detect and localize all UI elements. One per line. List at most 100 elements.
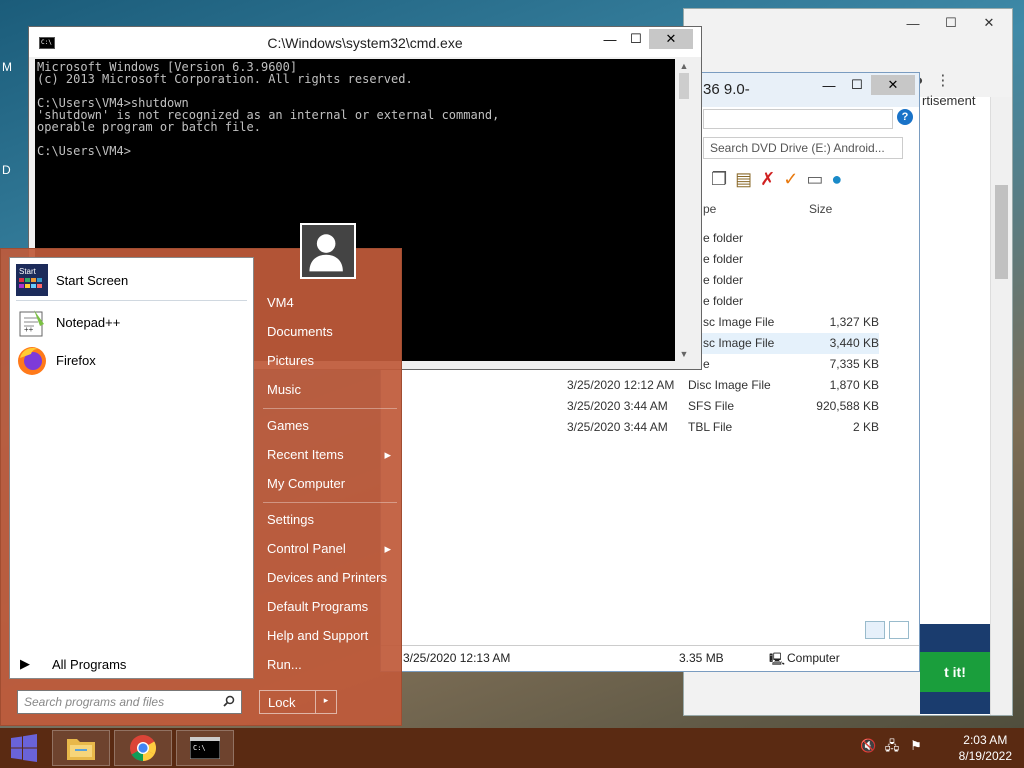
file-size: 1,327 KB bbox=[829, 315, 879, 329]
start-menu-programs-pane: Start Start Screen ++ Notepad++ Firefox … bbox=[9, 257, 254, 679]
all-programs-button[interactable]: ▶ All Programs bbox=[20, 656, 126, 672]
cmd-scrollbar[interactable]: ▲ ▼ bbox=[675, 59, 693, 361]
program-label: Start Screen bbox=[56, 272, 129, 288]
file-row[interactable]: 3/25/2020 3:44 AM TBL File 2 KB bbox=[381, 417, 879, 438]
help-icon[interactable]: ? bbox=[897, 109, 913, 125]
scroll-down-icon[interactable]: ▼ bbox=[675, 349, 693, 359]
file-date: 3/25/2020 3:44 AM bbox=[567, 399, 668, 413]
clock-date: 8/19/2022 bbox=[958, 749, 1012, 763]
program-label: Firefox bbox=[56, 352, 96, 368]
windows-logo-icon bbox=[11, 734, 37, 762]
menu-item-control-panel[interactable]: Control Panel ▸ bbox=[259, 537, 399, 561]
details-view-icon[interactable] bbox=[865, 621, 885, 639]
scrollbar-thumb[interactable] bbox=[679, 73, 689, 99]
menu-item-label: Games bbox=[267, 418, 309, 433]
minimize-button[interactable]: — bbox=[597, 29, 623, 49]
checkmark-icon[interactable]: ✓ bbox=[783, 169, 798, 190]
ad-cta-button[interactable]: t it! bbox=[920, 652, 990, 692]
maximize-button[interactable]: ☐ bbox=[623, 29, 649, 49]
action-center-icon[interactable]: ⚑ bbox=[908, 738, 924, 754]
close-button[interactable]: ✕ bbox=[649, 29, 693, 49]
menu-item-games[interactable]: Games bbox=[259, 414, 399, 438]
file-type: Disc Image File bbox=[688, 378, 771, 392]
lock-options-arrow-icon[interactable]: ▸ bbox=[316, 691, 336, 713]
view-toggle bbox=[865, 621, 909, 639]
address-bar[interactable] bbox=[703, 109, 893, 129]
menu-item-documents[interactable]: Documents bbox=[259, 320, 399, 344]
menu-item-devices-and-printers[interactable]: Devices and Printers bbox=[259, 566, 399, 590]
minimize-button[interactable]: — bbox=[896, 13, 930, 33]
menu-item-default-programs[interactable]: Default Programs bbox=[259, 595, 399, 619]
advertisement-label: rtisement bbox=[922, 93, 976, 108]
large-icons-view-icon[interactable] bbox=[889, 621, 909, 639]
program-label: Notepad++ bbox=[56, 314, 121, 330]
desktop-icon-label: D bbox=[2, 163, 11, 177]
console-line: operable program or batch file. bbox=[37, 120, 261, 134]
cmd-caption-buttons: — ☐ ✕ bbox=[597, 29, 693, 49]
start-button[interactable] bbox=[0, 728, 48, 768]
file-date: 3/25/2020 3:44 AM bbox=[567, 420, 668, 434]
file-size: 7,335 KB bbox=[829, 357, 879, 371]
explorer-title: 36 9.0- bbox=[703, 81, 750, 98]
maximize-button[interactable]: ☐ bbox=[934, 13, 968, 33]
computer-icon: 🖳 bbox=[769, 652, 786, 666]
menu-item-recent-items[interactable]: Recent Items ▸ bbox=[259, 443, 399, 467]
file-type: sc Image File bbox=[703, 315, 775, 329]
folder-icon bbox=[67, 739, 95, 760]
start-menu: Start Start Screen ++ Notepad++ Firefox … bbox=[0, 248, 402, 726]
menu-item-my-computer[interactable]: My Computer bbox=[259, 472, 399, 496]
paste-icon[interactable]: ▤ bbox=[735, 169, 752, 190]
scroll-up-icon[interactable]: ▲ bbox=[675, 61, 693, 71]
menu-item-label: Pictures bbox=[267, 353, 314, 368]
menu-item-music[interactable]: Music bbox=[259, 378, 399, 402]
file-type: sc Image File bbox=[703, 336, 775, 350]
column-type[interactable]: pe bbox=[703, 202, 716, 216]
file-row[interactable]: 3/25/2020 12:12 AM Disc Image File 1,870… bbox=[381, 375, 879, 396]
explorer-search-input[interactable]: Search DVD Drive (E:) Android... bbox=[703, 137, 903, 159]
user-icon bbox=[309, 234, 343, 272]
menu-item-label: My Computer bbox=[267, 476, 346, 491]
file-row[interactable]: 3/25/2020 3:44 AM SFS File 920,588 KB bbox=[381, 396, 879, 417]
menu-icon[interactable]: ⋮ bbox=[935, 71, 950, 89]
taskbar-chrome[interactable] bbox=[114, 730, 172, 766]
menu-item-label: Music bbox=[267, 382, 301, 397]
file-date: 3/25/2020 12:12 AM bbox=[567, 378, 675, 392]
close-button[interactable]: ✕ bbox=[871, 75, 915, 95]
program-notepad-plus-plus[interactable]: ++ Notepad++ bbox=[16, 304, 120, 340]
network-icon[interactable]: 🖧 bbox=[884, 738, 900, 754]
file-row-selected[interactable]: sc Image File 3,440 KB bbox=[701, 333, 879, 354]
taskbar-cmd[interactable]: C:\ bbox=[176, 730, 234, 766]
maximize-button[interactable]: ☐ bbox=[843, 75, 871, 95]
minimize-button[interactable]: — bbox=[815, 75, 843, 95]
properties-icon[interactable]: ▭ bbox=[806, 169, 823, 190]
start-search-input[interactable]: Search programs and files bbox=[17, 690, 242, 714]
menu-item-pictures[interactable]: Pictures bbox=[259, 349, 399, 373]
taskbar-file-explorer[interactable] bbox=[52, 730, 110, 766]
menu-item-help-and-support[interactable]: Help and Support bbox=[259, 624, 399, 648]
browser-scrollbar[interactable] bbox=[990, 97, 1012, 715]
menu-item-settings[interactable]: Settings bbox=[259, 508, 399, 532]
file-type: e bbox=[703, 357, 710, 371]
column-size[interactable]: Size bbox=[809, 202, 832, 216]
menu-item-run[interactable]: Run... bbox=[259, 653, 399, 677]
start-screen-icon: Start bbox=[16, 264, 48, 296]
divider bbox=[263, 408, 397, 409]
search-icon[interactable] bbox=[223, 695, 235, 707]
copy-icon[interactable]: ❐ bbox=[711, 169, 727, 190]
ad-banner[interactable]: t it! bbox=[920, 624, 990, 714]
chrome-icon bbox=[130, 735, 157, 762]
program-start-screen[interactable]: Start Start Screen bbox=[16, 262, 128, 298]
close-button[interactable]: ✕ bbox=[972, 13, 1006, 33]
lock-button[interactable]: Lock ▸ bbox=[259, 690, 337, 714]
console-line: ​ bbox=[37, 133, 675, 145]
menu-item-vm4[interactable]: VM4 bbox=[259, 291, 399, 315]
volume-muted-icon[interactable]: 🔇 bbox=[860, 738, 876, 754]
system-tray: 🔇 🖧 ⚑ bbox=[860, 738, 924, 754]
delete-icon[interactable]: ✗ bbox=[760, 169, 775, 190]
browser-page bbox=[920, 97, 990, 715]
scrollbar-thumb[interactable] bbox=[995, 185, 1008, 279]
clock[interactable]: 2:03 AM 8/19/2022 bbox=[959, 732, 1012, 764]
user-avatar[interactable] bbox=[300, 223, 356, 279]
globe-icon[interactable]: ● bbox=[831, 169, 842, 190]
program-firefox[interactable]: Firefox bbox=[16, 342, 96, 378]
